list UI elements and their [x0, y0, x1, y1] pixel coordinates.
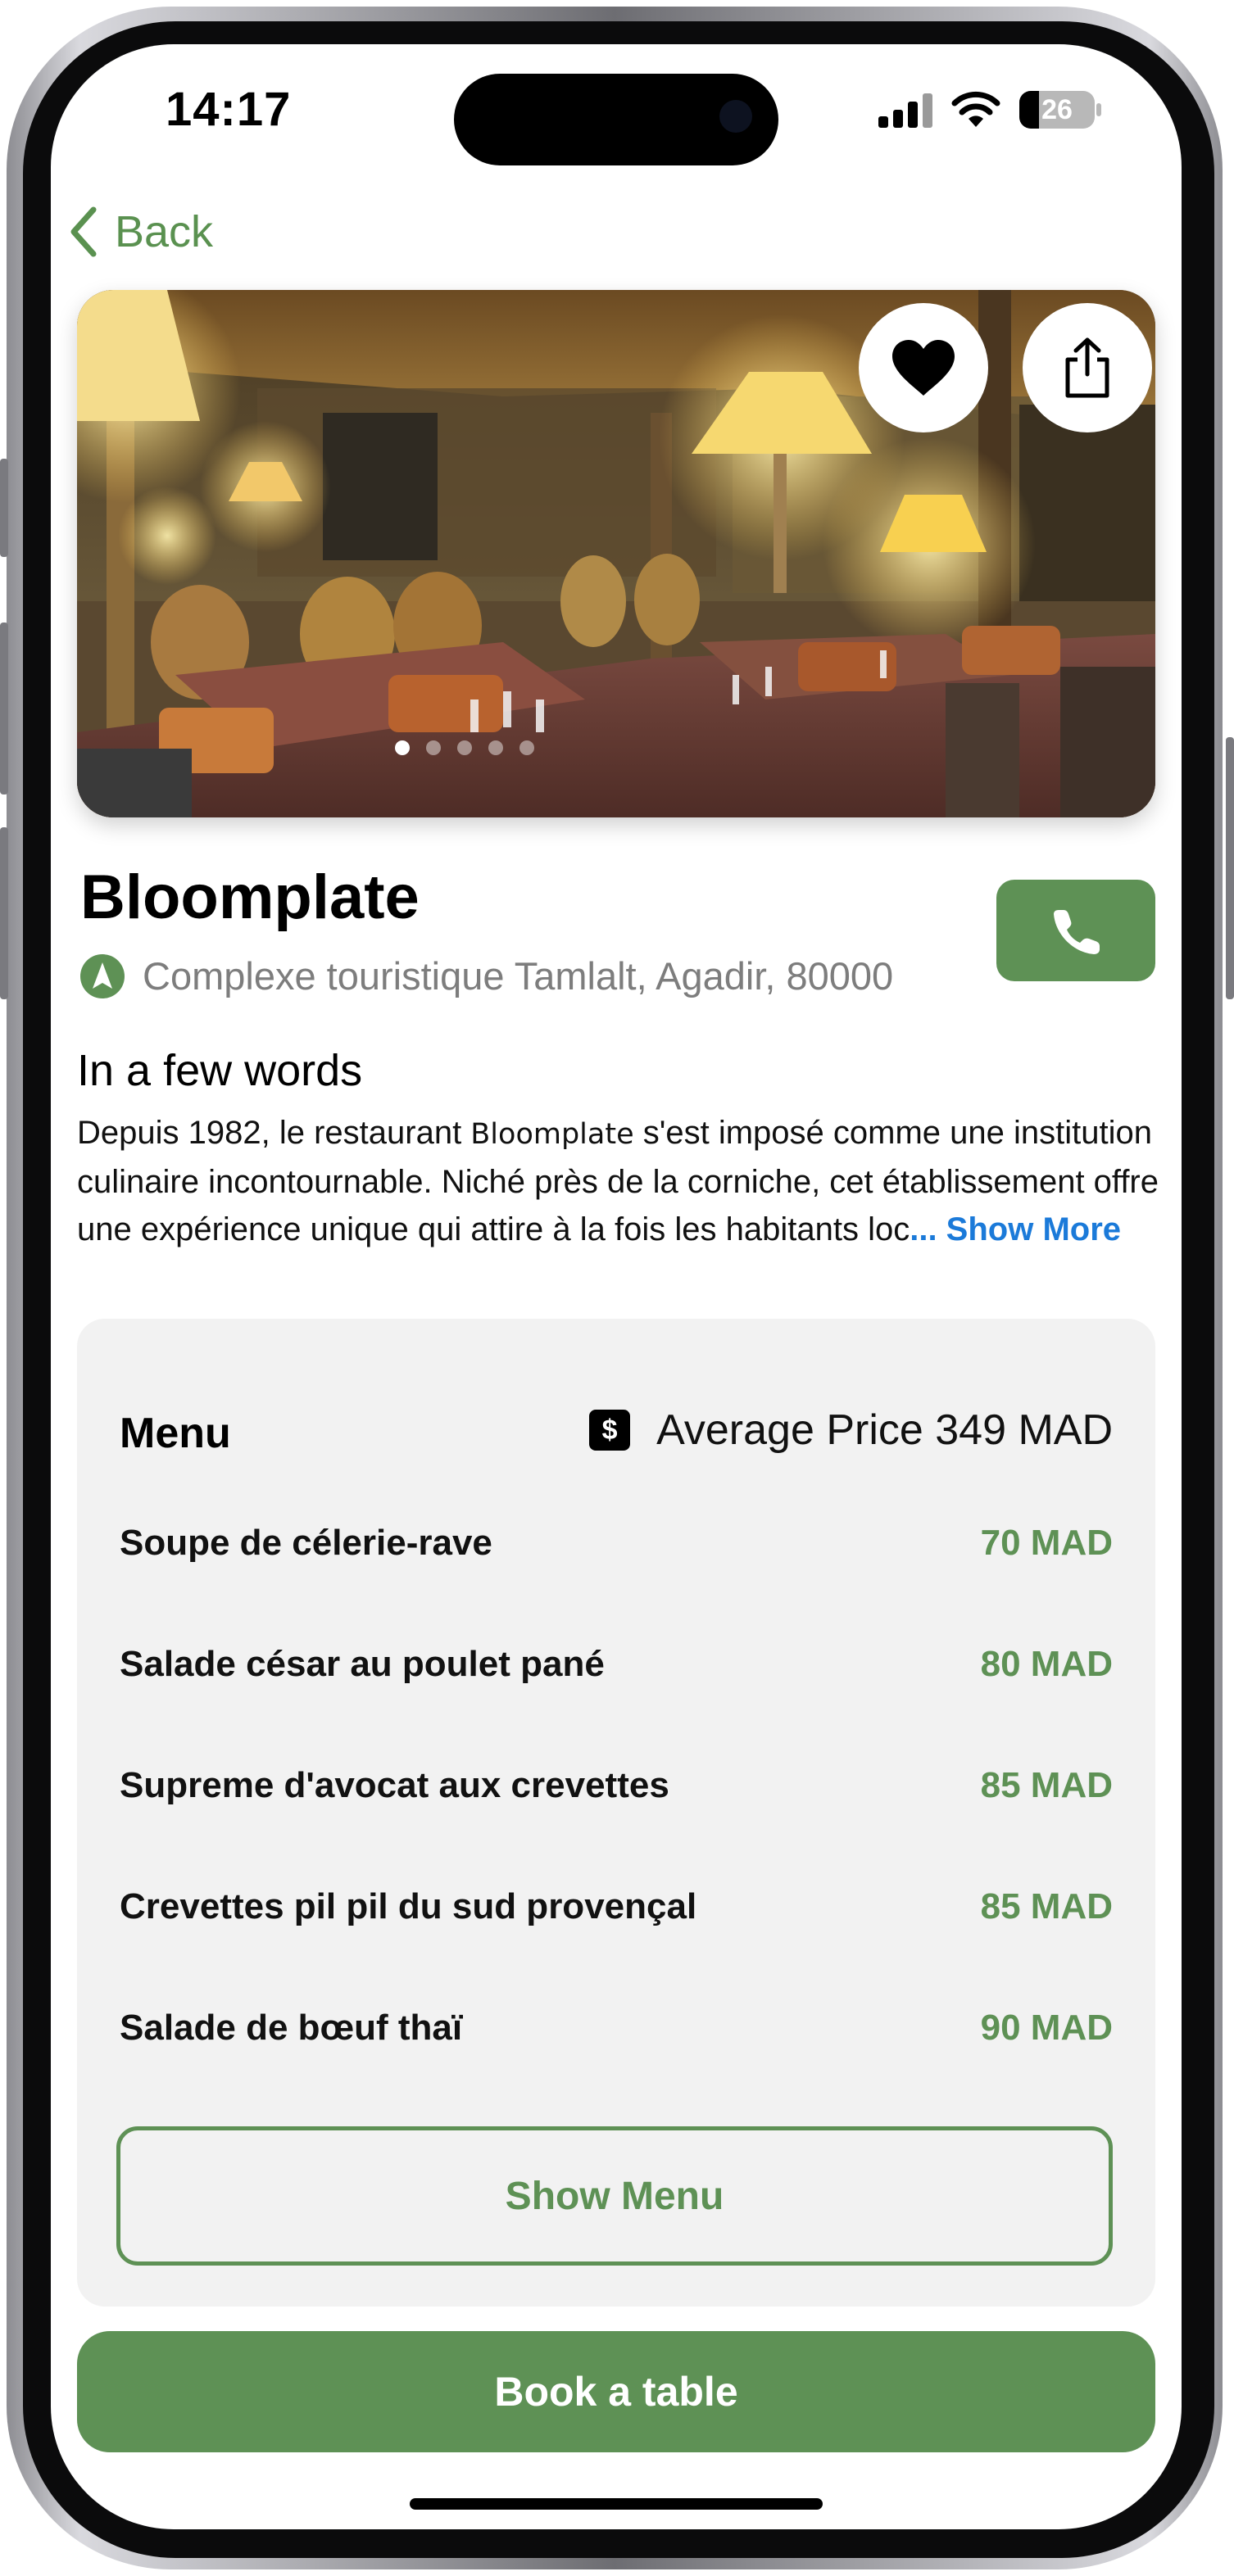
menu-title: Menu — [120, 1410, 231, 1457]
show-more-link[interactable]: ... Show More — [910, 1211, 1121, 1247]
restaurant-name: Bloomplate — [80, 862, 420, 932]
favorite-button[interactable] — [859, 303, 988, 432]
battery-percent: 26 — [1041, 94, 1073, 125]
menu-item-price: 70 MAD — [980, 1523, 1113, 1563]
carousel-dot[interactable] — [395, 740, 410, 755]
show-menu-button[interactable]: Show Menu — [116, 2126, 1113, 2266]
carousel-dots[interactable] — [395, 740, 534, 755]
side-button-mute — [0, 459, 8, 557]
menu-item-price: 85 MAD — [980, 1886, 1113, 1926]
menu-item-price: 80 MAD — [980, 1644, 1113, 1684]
menu-item: Soupe de célerie-rave 70 MAD — [120, 1519, 1113, 1568]
carousel-dot[interactable] — [457, 740, 472, 755]
menu-item-price: 85 MAD — [980, 1765, 1113, 1805]
about-heading: In a few words — [77, 1046, 363, 1095]
phone-icon — [1054, 910, 1100, 954]
front-camera — [719, 100, 752, 133]
address-text: Complexe touristique Tamlalt, Agadir, 80… — [143, 954, 894, 998]
back-label: Back — [115, 207, 214, 256]
call-button[interactable] — [996, 880, 1155, 981]
battery-icon: 26 — [1019, 91, 1101, 129]
show-menu-label: Show Menu — [505, 2174, 724, 2218]
menu-item-name: Soupe de célerie-rave — [120, 1523, 492, 1563]
average-price: $ Average Price 349 MAD — [589, 1406, 1113, 1455]
about-text-part-1: Depuis 1982, le restaurant — [77, 1115, 471, 1151]
status-icons: 26 — [878, 90, 1101, 129]
heart-icon — [892, 340, 955, 396]
about-brand-name: Bloomplate — [470, 1118, 634, 1151]
menu-item-name: Salade de bœuf thaï — [120, 2008, 463, 2048]
side-button-power — [1226, 737, 1234, 999]
book-table-button[interactable]: Book a table — [77, 2331, 1155, 2452]
address-row[interactable]: Complexe touristique Tamlalt, Agadir, 80… — [80, 953, 893, 998]
back-chevron-icon — [70, 206, 97, 257]
dollar-icon: $ — [589, 1410, 631, 1451]
restaurant-photo — [77, 290, 1155, 817]
hero-image[interactable] — [77, 290, 1155, 817]
carousel-dot[interactable] — [519, 740, 534, 755]
menu-item-name: Crevettes pil pil du sud provençal — [120, 1886, 697, 1926]
average-price-text: Average Price 349 MAD — [656, 1406, 1113, 1454]
share-icon — [1065, 337, 1109, 398]
home-indicator[interactable] — [410, 2498, 823, 2510]
menu-item-name: Salade césar au poulet pané — [120, 1644, 605, 1684]
wifi-icon — [951, 91, 1000, 127]
status-time: 14:17 — [166, 83, 292, 136]
side-button-volume-up — [0, 622, 8, 795]
menu-item-price: 90 MAD — [980, 2008, 1113, 2048]
menu-item-name: Supreme d'avocat aux crevettes — [120, 1765, 669, 1805]
back-button[interactable]: Back — [67, 205, 213, 259]
carousel-dot[interactable] — [488, 740, 503, 755]
menu-item: Salade césar au poulet pané 80 MAD — [120, 1640, 1113, 1689]
share-button[interactable] — [1023, 303, 1152, 432]
book-table-label: Book a table — [494, 2369, 738, 2415]
screen: 14:17 26 Back Bloomplate Complexe touris… — [51, 44, 1182, 2529]
cellular-signal-icon — [878, 92, 932, 128]
about-text: Depuis 1982, le restaurant Bloomplate s'… — [77, 1109, 1159, 1253]
carousel-dot[interactable] — [426, 740, 441, 755]
menu-item: Salade de bœuf thaï 90 MAD — [120, 2003, 1113, 2053]
side-button-volume-down — [0, 827, 8, 999]
menu-item: Supreme d'avocat aux crevettes 85 MAD — [120, 1761, 1113, 1810]
menu-item: Crevettes pil pil du sud provençal 85 MA… — [120, 1882, 1113, 1931]
menu-card: Menu $ Average Price 349 MAD Soupe de cé… — [77, 1319, 1155, 2307]
location-arrow-icon — [80, 953, 125, 998]
